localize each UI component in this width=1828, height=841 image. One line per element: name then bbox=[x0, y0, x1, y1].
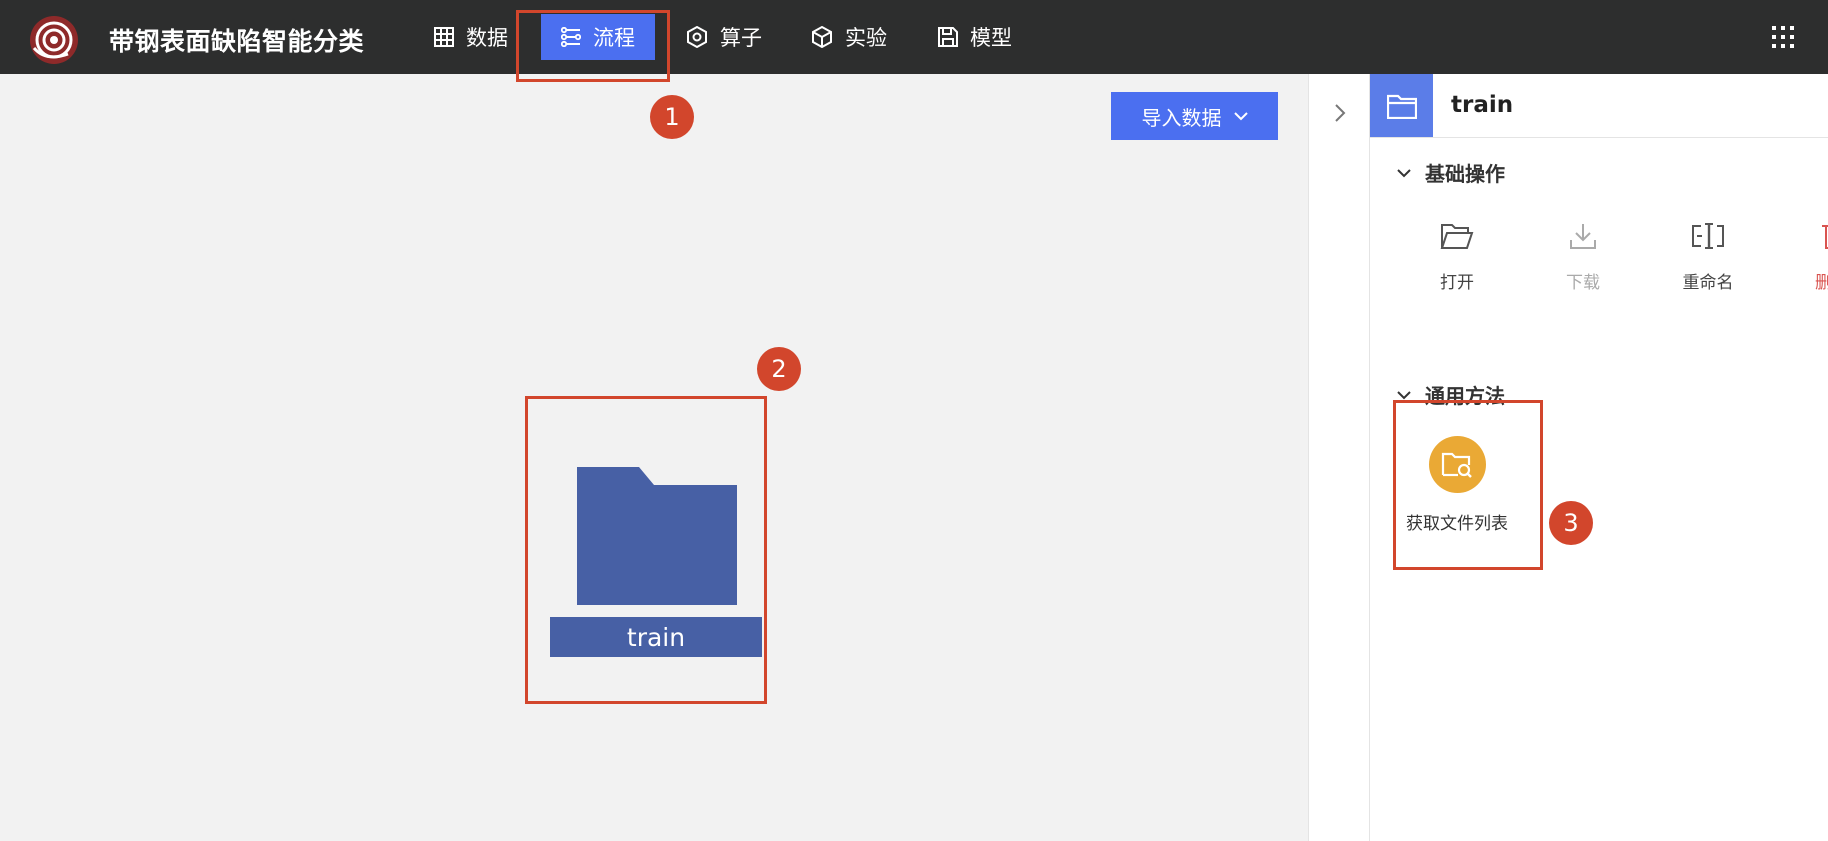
chevron-right-icon[interactable] bbox=[1330, 102, 1350, 124]
annotation-box-1 bbox=[516, 10, 670, 82]
nav-tab-operator-label: 算子 bbox=[720, 26, 762, 50]
import-data-button[interactable]: 导入数据 bbox=[1111, 92, 1278, 140]
app-title: 带钢表面缺陷智能分类 bbox=[109, 27, 365, 56]
folder-open-icon bbox=[1440, 224, 1474, 249]
action-delete-label: 删 bbox=[1815, 273, 1828, 293]
nav-tab-operator[interactable]: 算子 bbox=[686, 14, 762, 60]
cube-icon bbox=[812, 26, 832, 48]
apps-grid-icon[interactable] bbox=[1772, 26, 1794, 48]
action-rename-label: 重命名 bbox=[1682, 273, 1734, 293]
nav-tab-model-label: 模型 bbox=[970, 26, 1012, 50]
nav-tab-data-label: 数据 bbox=[466, 26, 508, 50]
nav-tab-data[interactable]: 数据 bbox=[434, 14, 508, 60]
nav-tab-model[interactable]: 模型 bbox=[938, 14, 1012, 60]
logo-icon bbox=[30, 16, 78, 64]
chevron-down-icon bbox=[1397, 390, 1411, 399]
rename-icon bbox=[1692, 223, 1724, 249]
annotation-box-3 bbox=[1393, 400, 1543, 570]
chevron-down-icon bbox=[1233, 112, 1248, 121]
panel-title: train bbox=[1451, 92, 1514, 118]
save-icon bbox=[938, 27, 958, 47]
action-rename[interactable]: 重命名 bbox=[1663, 222, 1753, 293]
action-open-label: 打开 bbox=[1440, 273, 1474, 293]
chevron-down-icon bbox=[1397, 168, 1411, 177]
import-data-button-label: 导入数据 bbox=[1141, 105, 1222, 130]
annotation-badge-1: 1 bbox=[650, 95, 694, 139]
nav-tab-experiment-label: 实验 bbox=[845, 26, 887, 50]
panel-header-icon bbox=[1370, 74, 1433, 137]
action-delete[interactable]: 删 bbox=[1778, 222, 1828, 293]
hexagon-icon bbox=[687, 26, 707, 48]
annotation-box-2 bbox=[525, 396, 767, 704]
action-open[interactable]: 打开 bbox=[1412, 222, 1502, 293]
download-icon bbox=[1570, 224, 1596, 249]
folder-icon bbox=[1386, 94, 1417, 119]
action-download-label: 下载 bbox=[1566, 273, 1600, 293]
section-basic-title: 基础操作 bbox=[1425, 162, 1505, 186]
panel-header-divider bbox=[1370, 137, 1828, 138]
nav-tab-experiment[interactable]: 实验 bbox=[811, 14, 887, 60]
annotation-badge-3: 3 bbox=[1549, 501, 1593, 545]
action-download[interactable]: 下载 bbox=[1538, 222, 1628, 293]
section-basic-operations[interactable]: 基础操作 bbox=[1397, 158, 1505, 187]
annotation-badge-2: 2 bbox=[757, 347, 801, 391]
table-icon bbox=[434, 27, 454, 47]
top-bar: 带钢表面缺陷智能分类 数据 流程 算子 实验 模型 bbox=[0, 0, 1828, 74]
delete-icon bbox=[1822, 225, 1828, 249]
